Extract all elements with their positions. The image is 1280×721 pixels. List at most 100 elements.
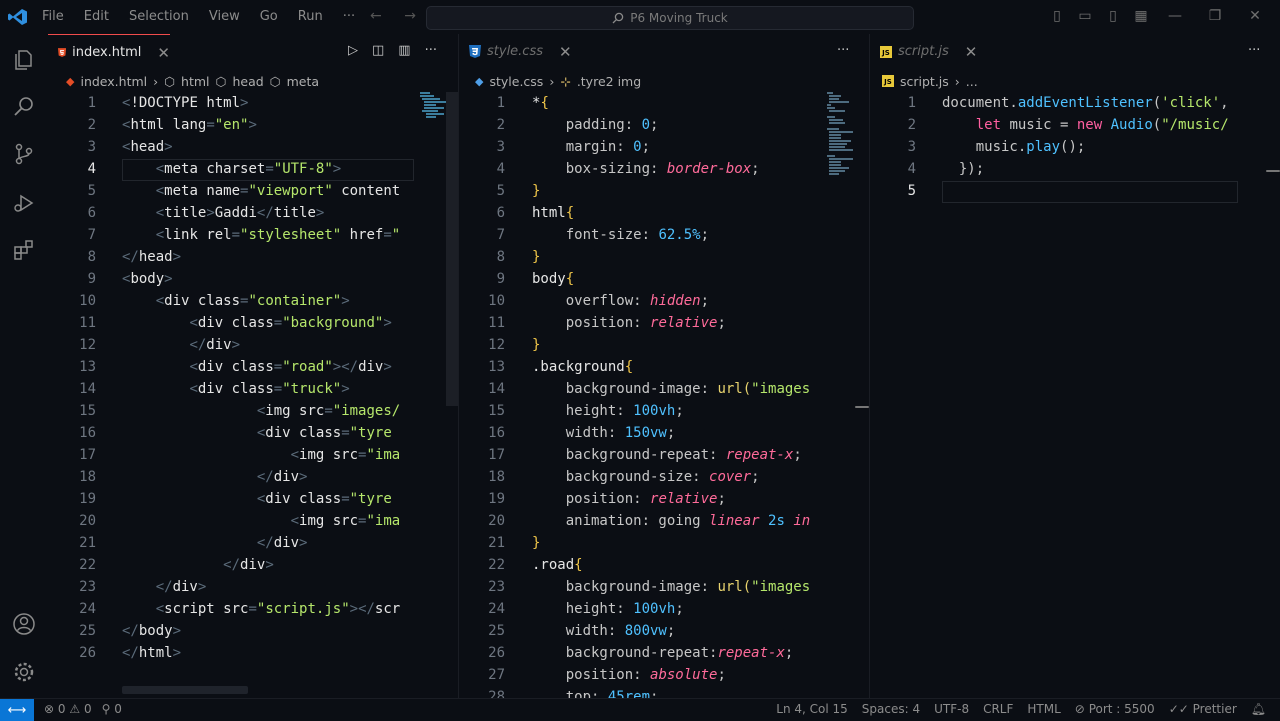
remote-indicator-icon[interactable]: ⟷ bbox=[0, 699, 34, 721]
search-icon[interactable] bbox=[12, 94, 36, 118]
code-line[interactable]: 20 <img src="ima bbox=[48, 510, 418, 532]
code-line[interactable]: 9 <body> bbox=[48, 268, 418, 290]
breadcrumb-selector[interactable]: .tyre2 img bbox=[577, 74, 641, 89]
breadcrumb-head[interactable]: head bbox=[232, 74, 263, 89]
code-line[interactable]: 7 <link rel="stylesheet" href=" bbox=[48, 224, 418, 246]
code-line[interactable]: 5 bbox=[870, 180, 1238, 203]
menu-more[interactable]: ··· bbox=[343, 9, 355, 24]
code-line[interactable]: 3 <head> bbox=[48, 136, 418, 158]
indentation[interactable]: Spaces: 4 bbox=[862, 702, 920, 716]
code-line[interactable]: 24 height: 100vh; bbox=[459, 598, 827, 620]
menu-go[interactable]: Go bbox=[260, 9, 278, 24]
open-preview-icon[interactable]: ◫ bbox=[372, 43, 384, 58]
account-icon[interactable] bbox=[12, 612, 36, 636]
close-tab-icon[interactable]: ✕ bbox=[965, 43, 978, 61]
code-line[interactable]: 4 }); bbox=[870, 158, 1236, 180]
code-editor-js[interactable]: 1 document.addEventListener('click', 2 let… bbox=[870, 92, 1238, 203]
breadcrumb-meta[interactable]: meta bbox=[287, 74, 319, 89]
nav-forward-button[interactable]: → bbox=[404, 8, 416, 24]
nav-back-button[interactable]: ← bbox=[370, 8, 382, 24]
code-line[interactable]: 13 .background{ bbox=[459, 356, 827, 378]
code-line[interactable]: 12} bbox=[459, 334, 827, 356]
close-tab-icon[interactable]: ✕ bbox=[157, 44, 170, 62]
extensions-icon[interactable] bbox=[12, 238, 36, 262]
code-line[interactable]: 5 <meta name="viewport" content bbox=[48, 180, 418, 202]
code-line[interactable]: 21 </div> bbox=[48, 532, 418, 554]
code-line[interactable]: 15 <img src="images/ bbox=[48, 400, 418, 422]
code-line[interactable]: 11 position: relative; bbox=[459, 312, 827, 334]
breadcrumb-file[interactable]: style.css bbox=[489, 74, 543, 89]
code-line[interactable]: 14 <div class="truck"> bbox=[48, 378, 418, 400]
code-line[interactable]: 28 top: 45rem; bbox=[459, 686, 827, 698]
code-line[interactable]: 10 overflow: hidden; bbox=[459, 290, 827, 312]
code-line[interactable]: 3 music.play(); bbox=[870, 136, 1236, 158]
breadcrumb-file[interactable]: script.js bbox=[900, 74, 949, 89]
code-line[interactable]: 19 position: relative; bbox=[459, 488, 827, 510]
code-line[interactable]: 19 <div class="tyre bbox=[48, 488, 418, 510]
code-line[interactable]: 8} bbox=[459, 246, 827, 268]
code-line[interactable]: 16 width: 150vw; bbox=[459, 422, 827, 444]
code-line[interactable]: 2 padding: 0; bbox=[459, 114, 827, 136]
more-actions-icon[interactable]: ··· bbox=[837, 43, 849, 58]
close-window-icon[interactable]: ✕ bbox=[1242, 8, 1268, 24]
more-actions-icon[interactable]: ··· bbox=[425, 43, 437, 58]
vertical-scrollbar[interactable] bbox=[446, 92, 458, 406]
code-line[interactable]: 25 </body> bbox=[48, 620, 418, 642]
code-line[interactable]: 4 box-sizing: border-box; bbox=[459, 158, 827, 180]
code-editor-css[interactable]: 1 *{2 padding: 0; 3 margin: 0; 4 box-sizing… bbox=[459, 92, 827, 698]
breadcrumb-html[interactable]: html bbox=[181, 74, 209, 89]
explorer-icon[interactable] bbox=[12, 48, 36, 72]
code-line[interactable]: 25 width: 800vw; bbox=[459, 620, 827, 642]
menu-selection[interactable]: Selection bbox=[129, 9, 189, 24]
menu-edit[interactable]: Edit bbox=[84, 9, 109, 24]
code-editor-html[interactable]: 1 <!DOCTYPE html> 2 <html lang="en"> 3 <head>… bbox=[48, 92, 418, 664]
live-server-port[interactable]: ⊘ Port : 5500 bbox=[1075, 702, 1155, 716]
language-mode[interactable]: HTML bbox=[1027, 702, 1060, 716]
menu-run[interactable]: Run bbox=[298, 9, 323, 24]
code-line[interactable]: 26 </html> bbox=[48, 642, 418, 664]
tab-index-html[interactable]: index.html ✕ bbox=[48, 34, 170, 70]
tab-style-css[interactable]: style.css ✕ bbox=[459, 34, 579, 69]
code-line[interactable]: 27 position: absolute; bbox=[459, 664, 827, 686]
notifications-bell-icon[interactable]: 🔔︎ bbox=[1251, 702, 1266, 716]
source-control-icon[interactable] bbox=[12, 142, 36, 166]
cursor-position[interactable]: Ln 4, Col 15 bbox=[776, 702, 848, 716]
code-line[interactable]: 11 <div class="background"> bbox=[48, 312, 418, 334]
code-line[interactable]: 23 background-image: url("images bbox=[459, 576, 827, 598]
menu-file[interactable]: File bbox=[42, 9, 64, 24]
close-tab-icon[interactable]: ✕ bbox=[559, 43, 572, 61]
customize-layout-icon[interactable]: ▦ bbox=[1134, 8, 1148, 24]
code-line[interactable]: 13 <div class="road"></div> bbox=[48, 356, 418, 378]
run-file-icon[interactable]: ▷ bbox=[348, 43, 358, 58]
code-line[interactable]: 22 </div> bbox=[48, 554, 418, 576]
code-line[interactable]: 17 <img src="ima bbox=[48, 444, 418, 466]
code-line[interactable]: 4 <meta charset="UTF-8"> bbox=[48, 158, 418, 181]
code-line[interactable]: 1 document.addEventListener('click', bbox=[870, 92, 1236, 114]
code-line[interactable]: 26 background-repeat:repeat-x; bbox=[459, 642, 827, 664]
code-line[interactable]: 23 </div> bbox=[48, 576, 418, 598]
prettier-status[interactable]: ✓✓ Prettier bbox=[1169, 702, 1237, 716]
toggle-secondary-sidebar-icon[interactable]: ▯ bbox=[1106, 8, 1120, 24]
code-line[interactable]: 9 body{ bbox=[459, 268, 827, 290]
code-line[interactable]: 16 <div class="tyre bbox=[48, 422, 418, 444]
run-debug-icon[interactable] bbox=[12, 190, 36, 214]
code-line[interactable]: 22 .road{ bbox=[459, 554, 827, 576]
horizontal-scrollbar[interactable] bbox=[122, 686, 248, 694]
code-line[interactable]: 2 <html lang="en"> bbox=[48, 114, 418, 136]
encoding[interactable]: UTF-8 bbox=[934, 702, 969, 716]
split-editor-icon[interactable]: ▥ bbox=[398, 43, 410, 58]
code-line[interactable]: 1 <!DOCTYPE html> bbox=[48, 92, 418, 114]
code-line[interactable]: 14 background-image: url("images bbox=[459, 378, 827, 400]
breadcrumb-more[interactable]: ... bbox=[966, 74, 978, 89]
code-line[interactable]: 3 margin: 0; bbox=[459, 136, 827, 158]
code-line[interactable]: 24 <script src="script.js"></scr bbox=[48, 598, 418, 620]
more-actions-icon[interactable]: ··· bbox=[1248, 43, 1260, 58]
toggle-sidebar-icon[interactable]: ▯ bbox=[1050, 8, 1064, 24]
end-of-line[interactable]: CRLF bbox=[983, 702, 1013, 716]
code-line[interactable]: 6 html{ bbox=[459, 202, 827, 224]
code-line[interactable]: 12 </div> bbox=[48, 334, 418, 356]
ports-indicator[interactable]: ⚲ 0 bbox=[102, 702, 122, 716]
problems-indicator[interactable]: ⊗ 0 ⚠ 0 bbox=[44, 702, 92, 716]
code-line[interactable]: 21} bbox=[459, 532, 827, 554]
restore-icon[interactable]: ❐ bbox=[1202, 8, 1228, 24]
